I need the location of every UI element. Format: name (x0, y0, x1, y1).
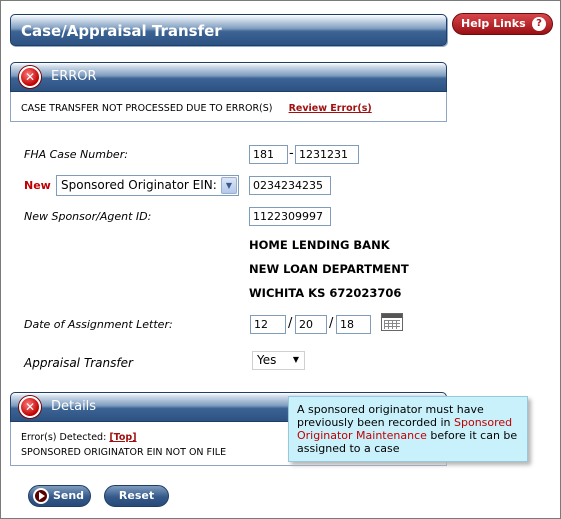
originator-type-value: Sponsored Originator EIN: (61, 178, 217, 192)
date-separator: / (288, 316, 293, 331)
send-label: Send (52, 489, 85, 502)
appraisal-transfer-label: Appraisal Transfer (24, 356, 133, 370)
fha-case-separator: - (289, 146, 294, 161)
date-year-input[interactable] (336, 315, 371, 334)
help-tooltip: A sponsored originator must have previou… (288, 396, 528, 462)
reset-label: Reset (118, 489, 155, 502)
help-links-button[interactable]: Help Links ? (452, 13, 553, 35)
help-icon: ? (532, 17, 546, 31)
date-day-input[interactable] (295, 315, 327, 334)
error-section-header: ✕ ERROR (10, 62, 447, 92)
originator-ein-input[interactable] (249, 176, 331, 195)
error-message: CASE TRANSFER NOT PROCESSED DUE TO ERROR… (21, 103, 273, 114)
details-x-icon: ✕ (19, 396, 41, 418)
appraisal-transfer-value: Yes (257, 353, 277, 367)
sponsor-name: HOME LENDING BANK (249, 238, 390, 252)
chevron-down-icon[interactable]: ▼ (293, 355, 299, 364)
fha-case-number-input[interactable] (295, 145, 359, 164)
calendar-icon[interactable] (381, 313, 403, 331)
send-button[interactable]: Send (28, 485, 91, 507)
sponsor-agent-id-label: New Sponsor/Agent ID: (24, 210, 152, 223)
appraisal-transfer-select[interactable]: Yes ▼ (252, 351, 305, 370)
date-separator: / (329, 316, 334, 331)
chevron-down-icon[interactable]: ▼ (221, 177, 237, 194)
error-section-title: ERROR (51, 69, 97, 84)
date-month-input[interactable] (250, 315, 286, 334)
new-label: New (24, 179, 51, 192)
fha-case-number-label: FHA Case Number: (24, 148, 128, 161)
details-error-text: SPONSORED ORIGINATOR EIN NOT ON FILE (21, 447, 227, 458)
fha-case-prefix-input[interactable] (249, 145, 288, 164)
sponsor-agent-id-input[interactable] (249, 207, 331, 226)
assignment-date-label: Date of Assignment Letter: (24, 318, 173, 331)
error-section-body: CASE TRANSFER NOT PROCESSED DUE TO ERROR… (10, 92, 447, 122)
originator-type-select[interactable]: Sponsored Originator EIN: ▼ (56, 175, 239, 196)
sponsor-city: WICHITA KS 672023706 (249, 286, 402, 300)
error-x-icon: ✕ (19, 66, 41, 88)
reset-button[interactable]: Reset (104, 485, 169, 507)
review-errors-link[interactable]: Review Error(s) (289, 103, 372, 114)
details-section-title: Details (51, 399, 97, 414)
play-icon (33, 488, 49, 504)
sponsor-department: NEW LOAN DEPARTMENT (249, 262, 409, 276)
page-title: Case/Appraisal Transfer (10, 14, 447, 46)
errors-detected-label: Error(s) Detected: (21, 432, 107, 443)
top-link[interactable]: [Top] (109, 432, 136, 443)
help-links-label: Help Links (461, 17, 526, 30)
